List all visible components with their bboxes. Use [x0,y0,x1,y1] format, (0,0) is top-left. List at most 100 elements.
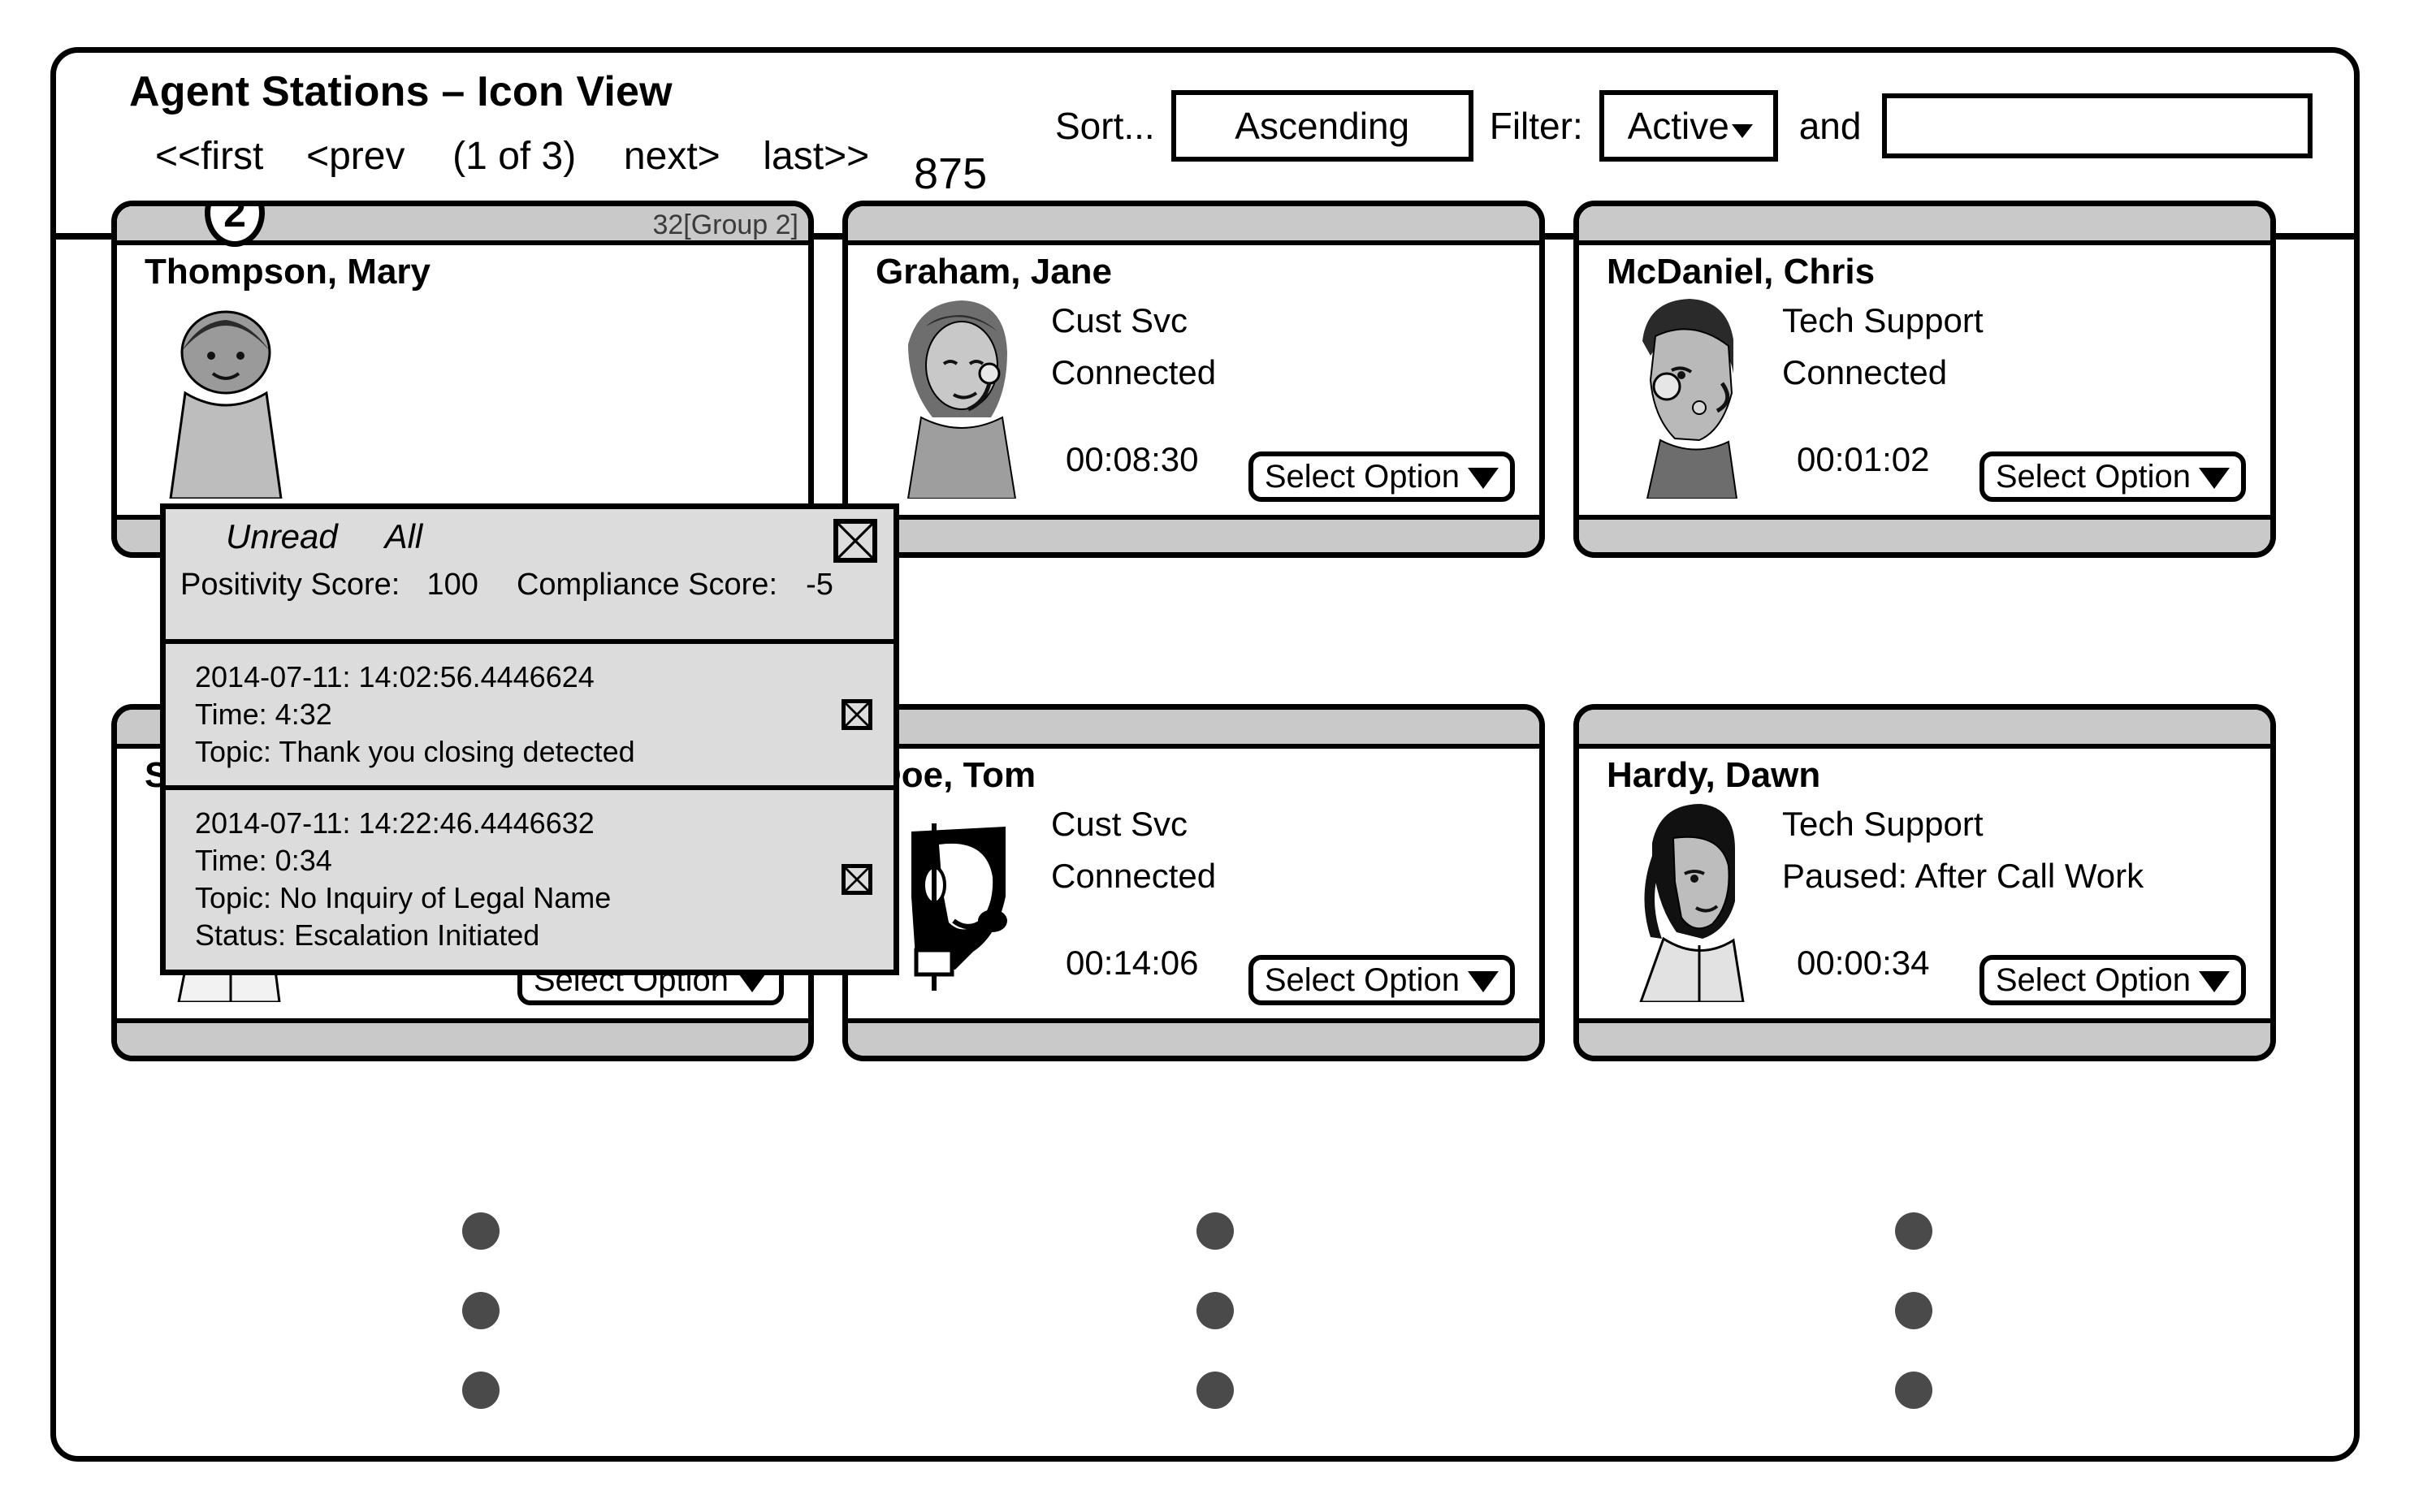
agent-avatar-doe [911,823,1007,991]
tab-all[interactable]: All [385,517,423,555]
agent-info: Tech Support Paused: After Call Work [1782,807,2237,893]
agent-timer: 00:00:34 [1797,944,1930,982]
chevron-down-icon [2199,467,2230,489]
select-option-label: Select Option [1264,961,1460,998]
dismiss-message-icon[interactable] [842,864,872,896]
filter-label: Filter: [1489,105,1583,147]
card-body: McDaniel, Chris Tech Support Connected 0… [1579,245,2270,515]
more-items-indicator-column-1 [462,1212,500,1451]
card-body: Graham, Jane Cust Svc Connected 00:08:30… [848,245,1539,515]
agent-info: Cust Svc Connected [1051,304,1506,390]
filter-text-field[interactable] [1882,93,2313,158]
agent-card-hardy[interactable]: Hardy, Dawn Tech Support Paused: After C… [1573,704,2276,1061]
compliance-score-label: Compliance Score: [516,568,778,602]
agent-avatar-mcdaniel [1642,299,1738,499]
message-topic: Topic: No Inquiry of Legal Name [195,881,612,915]
pager-position: (1 of 3) [452,135,577,178]
popup-tab-bar: Unread All [226,517,422,556]
ellipsis-dot [462,1292,500,1329]
card-header [1579,206,2270,245]
select-option-dropdown[interactable]: Select Option [1979,451,2246,502]
ellipsis-dot [1895,1212,1932,1250]
screenshot-root: Agent Stations – Icon View <<first <prev… [0,0,2410,1512]
message-status: Status: Escalation Initiated [195,918,540,953]
agent-card-mcdaniel[interactable]: McDaniel, Chris Tech Support Connected 0… [1573,201,2276,558]
sort-label: Sort... [1055,105,1155,147]
agent-message-popup: Unread All Positivity Score: 100 Complia… [160,503,899,975]
agent-timer: 00:08:30 [1066,440,1199,478]
positivity-score-label: Positivity Score: [180,568,400,602]
card-footer [848,515,1539,552]
pager-prev[interactable]: <prev [306,134,405,179]
agent-name: Hardy, Dawn [1607,755,1821,795]
agent-state: Connected [1051,857,1217,895]
message-list-item[interactable]: 2014-07-11: 14:22:46.4446632 Time: 0:34 … [166,785,893,969]
pager-last[interactable]: last>> [763,134,869,179]
agent-state: Connected [1051,353,1217,391]
agent-card-graham[interactable]: Graham, Jane Cust Svc Connected 00:08:30… [842,201,1545,558]
page-title: Agent Stations – Icon View [129,68,673,115]
message-topic: Topic: Thank you closing detected [195,735,635,769]
card-footer [1579,515,2270,552]
select-option-dropdown[interactable]: Select Option [1248,955,1515,1005]
chevron-down-icon [1731,123,1753,138]
chevron-down-icon [2199,970,2230,992]
card-footer [117,1018,808,1056]
agent-skill: Cust Svc [1051,805,1188,843]
chevron-down-icon [1468,467,1499,489]
pager-next[interactable]: next> [624,134,720,179]
message-duration: Time: 0:34 [195,844,332,878]
dismiss-message-icon[interactable] [842,699,872,731]
card-footer [1579,1018,2270,1056]
agent-name: Thompson, Mary [145,252,431,292]
close-icon[interactable] [833,519,877,563]
compliance-score-value: -5 [806,568,833,602]
message-list-item[interactable]: 2014-07-11: 14:02:56.4446624 Time: 4:32 … [166,639,893,785]
popup-scores: Positivity Score: 100 Compliance Score: … [180,568,833,603]
agent-name: Graham, Jane [876,252,1113,292]
agent-timer: 00:01:02 [1797,440,1930,478]
agent-avatar-hardy [1639,804,1745,1002]
tab-unread[interactable]: Unread [226,517,338,555]
filter-text-input[interactable] [1887,98,2308,153]
ellipsis-dot [1895,1292,1932,1329]
agent-name: McDaniel, Chris [1607,252,1876,292]
agent-info: Tech Support Connected [1782,304,2237,390]
sort-direction-button[interactable]: Ascending [1170,90,1473,162]
message-duration: Time: 4:32 [195,698,332,732]
agent-skill: Tech Support [1782,805,1984,843]
agent-skill: Tech Support [1782,301,1984,339]
sort-direction-value: Ascending [1235,105,1410,147]
sort-filter-toolbar: Sort... Ascending Filter: Active and [1055,87,2313,165]
ellipsis-dot [1895,1372,1932,1409]
pagination-bar: <<first <prev (1 of 3) next> last>> [155,134,869,179]
select-option-label: Select Option [1995,961,2191,998]
more-items-indicator-column-2 [1196,1212,1234,1451]
pager-first[interactable]: <<first [155,134,263,179]
message-timestamp: 2014-07-11: 14:22:46.4446632 [195,806,595,840]
agent-state: Paused: After Call Work [1782,857,2144,895]
filter-value: Active [1627,105,1729,147]
agent-avatar-thompson [169,310,283,499]
agent-state: Connected [1782,353,1948,391]
ellipsis-dot [1196,1212,1234,1250]
more-items-indicator-column-3 [1895,1212,1932,1451]
filter-dropdown[interactable]: Active [1599,90,1778,162]
agent-card-doe[interactable]: Doe, Tom Cust Svc Connected 00:14:06 Sel… [842,704,1545,1061]
select-option-dropdown[interactable]: Select Option [1248,451,1515,502]
callout-reference-number: 875 [914,149,988,198]
agent-name: Doe, Tom [876,755,1036,795]
card-footer [848,1018,1539,1056]
filter-and-label: and [1798,105,1862,147]
agent-avatar-graham [906,300,1017,499]
select-option-dropdown[interactable]: Select Option [1979,955,2246,1005]
agent-timer: 00:14:06 [1066,944,1199,982]
card-body: Thompson, Mary [117,245,808,515]
group-label: 32[Group 2] [652,210,798,240]
ellipsis-dot [462,1372,500,1409]
card-header [1579,710,2270,749]
popup-header: Unread All Positivity Score: 100 Complia… [166,509,893,639]
positivity-score-value: 100 [426,568,478,602]
chevron-down-icon [1468,970,1499,992]
card-header [848,206,1539,245]
